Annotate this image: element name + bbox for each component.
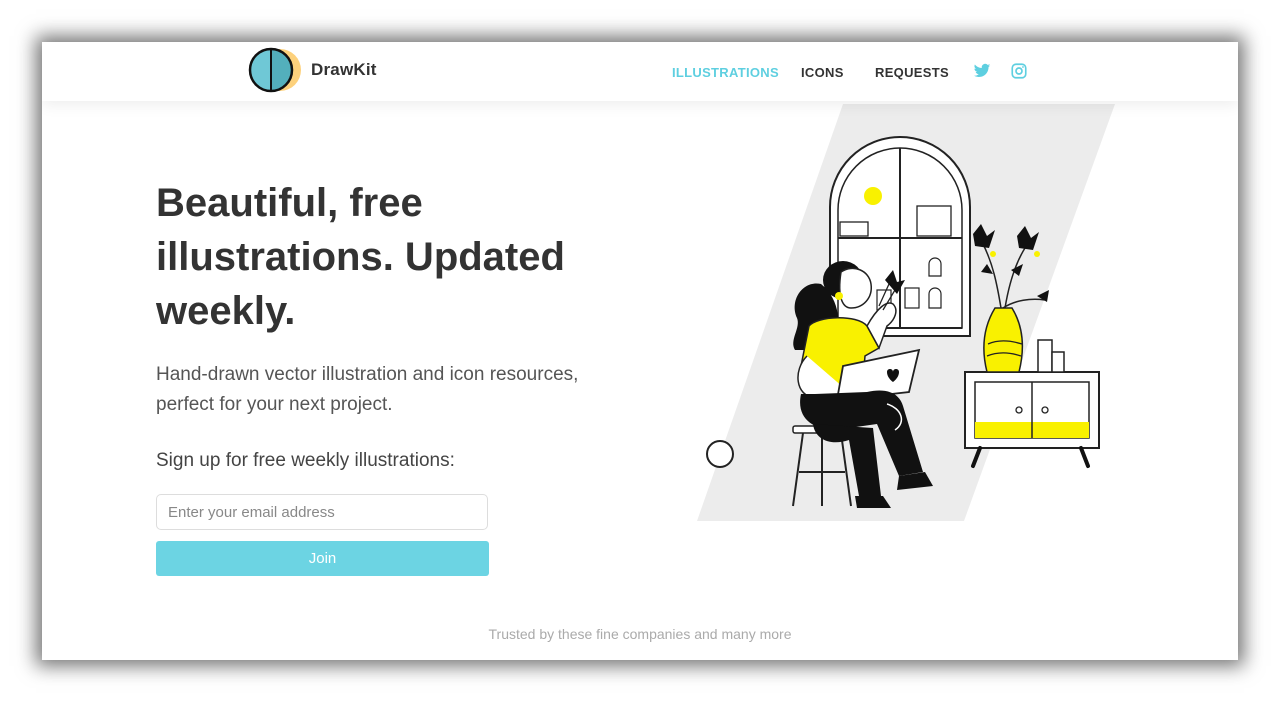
nav-icons-link[interactable]: ICONS bbox=[801, 65, 844, 80]
nav-illustrations-link[interactable]: ILLUSTRATIONS bbox=[672, 65, 779, 80]
brand-name[interactable]: DrawKit bbox=[311, 60, 377, 80]
browser-page: DrawKit ILLUSTRATIONS ICONS REQUESTS Bea… bbox=[42, 42, 1238, 660]
email-input[interactable] bbox=[156, 494, 488, 530]
twitter-icon[interactable] bbox=[973, 62, 991, 80]
nav-requests-link[interactable]: REQUESTS bbox=[875, 65, 949, 80]
instagram-icon[interactable] bbox=[1010, 62, 1028, 80]
drawkit-logo-icon[interactable] bbox=[247, 45, 303, 95]
top-navbar: DrawKit ILLUSTRATIONS ICONS REQUESTS bbox=[42, 42, 1238, 101]
signup-label: Sign up for free weekly illustrations: bbox=[156, 450, 455, 471]
trusted-by-text: Trusted by these fine companies and many… bbox=[488, 626, 792, 642]
hero-title: Beautiful, free illustrations. Updated w… bbox=[156, 181, 565, 333]
join-button[interactable]: Join bbox=[156, 541, 489, 576]
hero-subtitle: Hand-drawn vector illustration and icon … bbox=[156, 364, 579, 415]
woman-with-laptop-illustration bbox=[697, 104, 1115, 521]
